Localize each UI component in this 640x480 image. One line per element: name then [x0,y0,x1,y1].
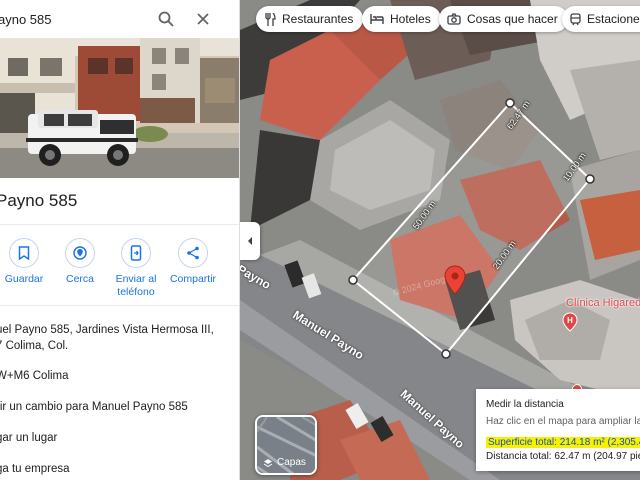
chip-restaurantes[interactable]: Restaurantes [256,6,364,32]
measure-distance-panel: Medir la distancia Haz clic en el mapa p… [476,389,640,471]
search-button[interactable] [152,5,180,33]
svg-text:H: H [567,316,573,325]
nearby-button[interactable]: Cerca [52,238,108,286]
suggest-edit-link[interactable]: rir un cambio para Manuel Payno 585 [0,399,188,416]
share-button[interactable]: Compartir [165,238,221,286]
chip-label: Estaciones [587,12,640,26]
collapse-panel-button[interactable] [240,222,260,260]
chevron-left-icon [248,237,252,245]
address-line-2[interactable]: 7 Colima, Col. [0,338,68,355]
chip-estaciones[interactable]: Estaciones [562,6,640,32]
measure-total-distance: Distancia total: 62.47 m (204.97 pies) [486,451,640,462]
clinic-icon[interactable]: H [562,312,578,332]
close-button[interactable] [189,5,217,33]
street-view-image [0,38,239,178]
measure-hint: Haz clic en el mapa para ampliar la ruta [486,416,640,427]
search-box [0,0,239,38]
nearby-icon [73,246,87,260]
restaurant-icon [265,12,276,26]
transit-icon [570,12,581,25]
hotel-icon [370,14,384,24]
street-view-photo[interactable] [0,38,239,178]
location-pin-icon[interactable] [444,265,466,295]
chip-hoteles[interactable]: Hoteles [362,6,441,32]
search-input[interactable] [0,11,158,27]
address-line-1[interactable]: uel Payno 585, Jardines Vista Hermosa II… [0,322,214,339]
measure-total-area: Superficie total: 214.18 m² (2,305.40 pi… [486,437,640,448]
nearby-button-circle [65,238,95,268]
divider [0,305,239,306]
chip-label: Hoteles [390,12,431,26]
share-button-circle [178,238,208,268]
poi-label-clinica[interactable]: Clínica Higared [566,297,640,309]
measure-title: Medir la distancia [486,399,564,410]
add-place-link[interactable]: gar un lugar [0,430,57,447]
place-title: Payno 585 [0,191,78,210]
layers-icon [263,458,273,467]
send-to-phone-button-circle [121,238,151,268]
plus-code[interactable]: W+M6 Colima [0,368,69,385]
maps-window: 62.47 m 10.00 m 50.00 m 20.00 m © 2024 G… [0,0,640,480]
add-business-link[interactable]: ga tu empresa [0,461,70,478]
bookmark-icon [18,246,30,260]
send-to-phone-icon [130,245,142,261]
layers-label: Capas [263,457,306,468]
divider [0,224,239,225]
nearby-label: Cerca [65,273,94,285]
chip-label: Restaurantes [282,12,354,26]
place-panel: Payno 585 Guardar Cerca Enviar al teléfo… [0,0,240,480]
chip-label: Cosas que hacer [467,12,558,26]
layers-button[interactable]: Capas [255,415,317,475]
close-icon [197,13,209,25]
save-label: Guardar [4,273,44,285]
save-button[interactable]: Guardar [0,238,52,286]
save-button-circle [9,238,39,268]
send-to-phone-label: Enviar al teléfono [115,273,157,298]
send-to-phone-button[interactable]: Enviar al teléfono [108,238,164,298]
camera-icon [447,13,461,25]
share-label: Compartir [169,273,217,285]
share-icon [187,246,199,260]
search-icon [158,11,174,27]
chip-cosas-que-hacer[interactable]: Cosas que hacer [439,6,568,32]
